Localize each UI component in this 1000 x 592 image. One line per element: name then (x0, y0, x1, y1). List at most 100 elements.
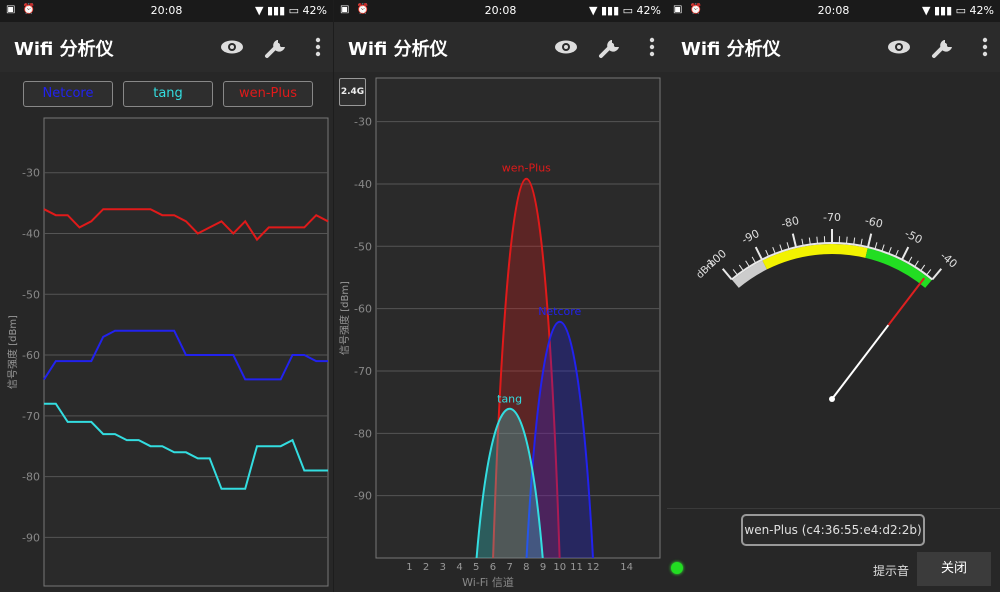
wrench-icon[interactable] (597, 34, 623, 60)
x-tick-label: 12 (587, 562, 600, 573)
y-tick-label: -40 (22, 227, 40, 240)
battery-percent: 42% (969, 4, 994, 17)
y-tick-label: -70 (354, 365, 372, 378)
y-tick-label: -40 (354, 178, 372, 191)
y-tick-label: -30 (354, 116, 372, 129)
gauge-scale-label: -90 (740, 227, 762, 247)
y-tick-label: -90 (22, 531, 40, 544)
y-tick-label: -90 (354, 490, 372, 503)
gauge-minor-tick (926, 269, 932, 276)
eye-icon[interactable] (886, 34, 912, 60)
app-bar: Wifi 分析仪 (667, 22, 1000, 72)
battery-percent: 42% (636, 4, 661, 17)
gauge-scale-label: -60 (864, 214, 884, 231)
wrench-icon[interactable] (930, 34, 956, 60)
gauge-needle-pivot (829, 396, 835, 402)
y-tick-label: -70 (22, 410, 40, 423)
x-tick-label: 14 (620, 562, 633, 573)
gauge-minor-tick (801, 238, 804, 246)
gauge-major-tick (754, 246, 763, 261)
x-tick-label: 1 (406, 562, 412, 573)
status-right: ▼ ▮▮▮ ▭ 42% (589, 4, 661, 17)
app-title: Wifi 分析仪 (681, 39, 781, 60)
bssid-label[interactable]: wen-Plus (c4:36:55:e4:d2:2b) (741, 514, 925, 546)
gauge-needle (831, 324, 890, 400)
curve-label-netcore: Netcore (538, 305, 581, 318)
gauge-major-tick (901, 246, 910, 261)
app-bar: Wifi 分析仪 (0, 22, 333, 72)
eye-icon[interactable] (219, 34, 245, 60)
y-tick-label: -60 (354, 303, 372, 316)
x-tick-label: 3 (440, 562, 446, 573)
x-tick-label: 5 (473, 562, 479, 573)
y-tick-label: -50 (22, 288, 40, 301)
gauge-minor-tick (732, 269, 738, 276)
more-vertical-icon[interactable] (311, 34, 325, 60)
gauge-minor-tick (853, 237, 856, 245)
y-axis-label: 信号强度 [dBm] (338, 281, 351, 355)
status-right: ▼ ▮▮▮ ▭ 42% (255, 4, 327, 17)
gauge-minor-tick (808, 237, 811, 245)
signal-gauge: -100-90-80 -70 -60-50-40dBm (695, 211, 960, 402)
x-tick-label: 4 (456, 562, 462, 573)
gauge-major-tick (867, 233, 873, 248)
x-tick-label: 8 (523, 562, 529, 573)
wrench-icon[interactable] (263, 34, 289, 60)
eye-icon[interactable] (553, 34, 579, 60)
status-right: ▼ ▮▮▮ ▭ 42% (922, 4, 994, 17)
time-graph-screen: ▣ ⏰ 20:08 ▼ ▮▮▮ ▭ 42% Wifi 分析仪 Netcore t… (0, 0, 333, 592)
meter-content: -100 -90 -80 -70 -60 -50 -40 dBm wen-Plus (c4:3… (667, 72, 1000, 592)
curve-label-wen-plus: wen-Plus (502, 162, 551, 175)
y-axis-label: 信号强度 [dBm] (6, 315, 19, 389)
gauge-minor-tick (907, 256, 913, 264)
band-2-4g-button[interactable]: 2.4G (339, 78, 366, 106)
gauge-minor-tick (779, 244, 783, 252)
gauge-major-tick (791, 233, 797, 248)
x-tick-label: 7 (506, 562, 512, 573)
wifi-signal-icon: ▼ ▮▮▮ ▭ (589, 4, 637, 17)
app-title: Wifi 分析仪 (348, 39, 448, 60)
status-bar: ▣ ⏰ 20:08 ▼ ▮▮▮ ▭ 42% (667, 0, 1000, 22)
more-vertical-icon[interactable] (645, 34, 659, 60)
app-title: Wifi 分析仪 (14, 39, 114, 60)
curve-label-tang: tang (497, 392, 522, 405)
gauge-scale-label: -80 (780, 214, 800, 231)
gauge-minor-tick (920, 264, 926, 271)
more-vertical-icon[interactable] (978, 34, 992, 60)
x-tick-label: 11 (570, 562, 583, 573)
channel-graph-screen: ▣ ⏰ 20:08 ▼ ▮▮▮ ▭ 42% Wifi 分析仪 -30 -40 -50… (334, 0, 667, 592)
gauge-needle-tip (887, 277, 925, 326)
x-tick-label: 6 (490, 562, 496, 573)
gauge-scale-label: -70 (823, 211, 841, 224)
gauge-minor-tick (860, 238, 863, 246)
status-bar: ▣ ⏰ 20:08 ▼ ▮▮▮ ▭ 42% (0, 0, 333, 22)
status-bar: ▣ ⏰ 20:08 ▼ ▮▮▮ ▭ 42% (334, 0, 667, 22)
gauge-minor-tick (738, 264, 744, 271)
time-graph-chart: -30 -40 -50 -60 -70 -80 -90 信号强度 [dBm] (6, 117, 329, 587)
gauge-minor-tick (914, 260, 919, 267)
wifi-signal-icon: ▼ ▮▮▮ ▭ (922, 4, 970, 17)
gauge-minor-tick (846, 236, 848, 244)
gauge-minor-tick (894, 249, 899, 257)
channel-graph-chart: -30-40-50-60-70-80-901 2 3 4 5 6 7 8 9 10 11 12 14Wi… (338, 77, 661, 589)
gauge-major-tick (931, 268, 943, 281)
y-tick-label: -60 (22, 349, 40, 362)
gauge-scale-label: -40 (938, 249, 960, 271)
gauge-zone (732, 260, 768, 288)
gauge-minor-tick (751, 256, 757, 264)
gauge-minor-tick (765, 249, 770, 257)
y-tick-label: -80 (354, 427, 372, 440)
divider (667, 508, 1000, 509)
gauge-major-tick (721, 268, 733, 281)
gauge-minor-tick (874, 242, 878, 250)
plot-frame (43, 117, 329, 587)
close-button[interactable]: 关闭 (917, 552, 991, 586)
gauge-minor-tick (816, 236, 818, 244)
battery-percent: 42% (302, 4, 327, 17)
gauge-minor-tick (881, 244, 885, 252)
gauge-minor-tick (745, 260, 750, 267)
y-tick-label: -50 (354, 240, 372, 253)
channel-graph-content: -30 -40 -50 -60 -70 -80 -90 1 2 3 4 5 6 7 8 9 10 11 12 14 Wi… (334, 72, 667, 592)
sound-label[interactable]: 提示音 (873, 562, 909, 579)
gauge-minor-tick (888, 246, 892, 254)
